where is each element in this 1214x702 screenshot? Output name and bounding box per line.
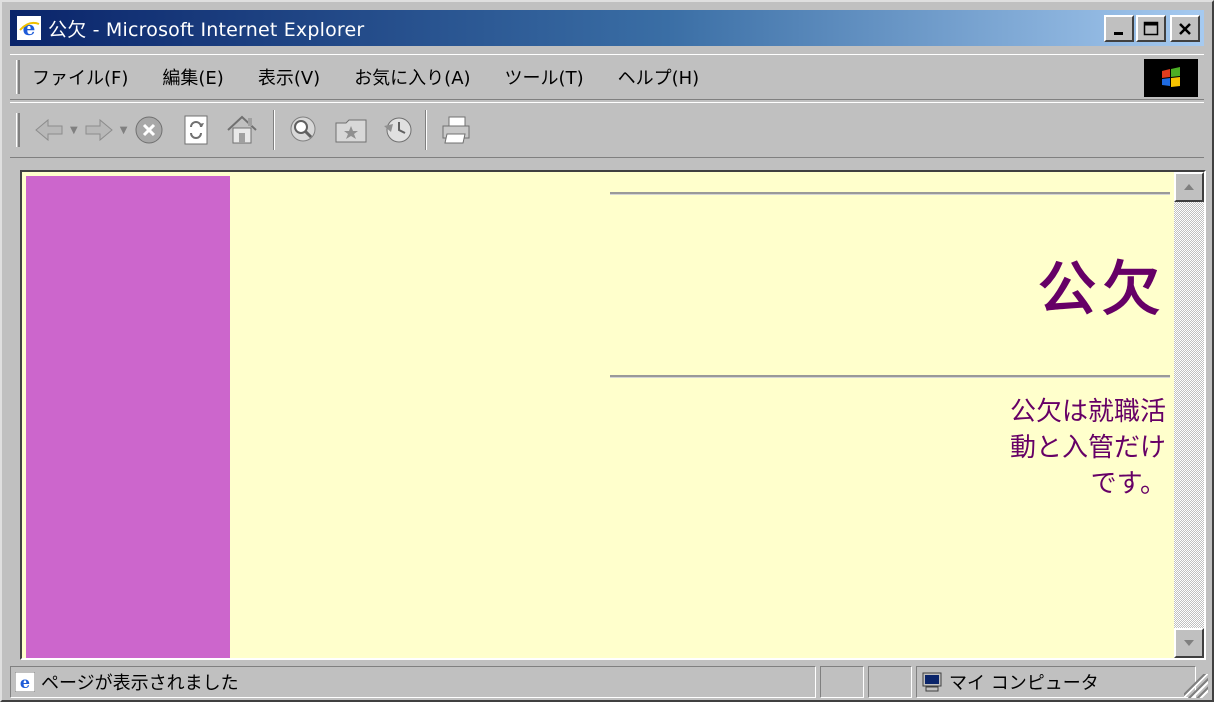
search-button[interactable] (287, 110, 321, 150)
horizontal-rule-bottom (610, 375, 1170, 378)
refresh-button[interactable] (181, 110, 211, 150)
ie-logo-icon: e (16, 15, 42, 41)
status-message-panel: e ページが表示されました (10, 666, 816, 698)
minimize-button[interactable] (1104, 15, 1134, 42)
window-controls (1102, 15, 1200, 42)
stop-icon (133, 114, 165, 146)
history-button[interactable] (381, 110, 415, 150)
scroll-down-button[interactable] (1174, 628, 1204, 658)
horizontal-rule-top (610, 192, 1170, 195)
menu-view[interactable]: 表示(V) (258, 64, 320, 90)
back-button[interactable] (32, 110, 66, 150)
title-bar[interactable]: e 公欠 - Microsoft Internet Explorer (10, 10, 1204, 46)
page-viewport[interactable]: 公欠 公欠は就職活動と入管だけです。 (20, 170, 1206, 660)
menu-grip[interactable] (16, 60, 20, 94)
page-done-icon: e (15, 672, 35, 692)
left-color-band (26, 176, 230, 658)
status-message: ページが表示されました (41, 673, 239, 694)
favorites-button[interactable] (333, 110, 369, 150)
status-zone-panel: マイ コンピュータ (916, 666, 1196, 698)
scroll-up-button[interactable] (1174, 172, 1204, 202)
status-security-panel (868, 666, 912, 698)
stop-button[interactable] (133, 110, 165, 150)
menu-file[interactable]: ファイル(F) (32, 64, 128, 90)
forward-dropdown-icon[interactable]: ▼ (120, 125, 128, 136)
resize-grip-icon[interactable] (1184, 674, 1208, 698)
status-zone-label: マイ コンピュータ (949, 673, 1099, 694)
back-dropdown-icon[interactable]: ▼ (70, 125, 78, 136)
page-heading: 公欠 (1037, 255, 1166, 323)
menu-favorites[interactable]: お気に入り(A) (354, 64, 470, 90)
menu-edit[interactable]: 編集(E) (162, 64, 223, 90)
toolbar-grip[interactable] (16, 113, 20, 147)
print-icon (439, 114, 473, 146)
toolbar-separator (273, 110, 276, 150)
close-button[interactable] (1170, 15, 1200, 42)
standard-toolbar: ▼ ▼ (10, 102, 1204, 158)
maximize-button[interactable] (1136, 15, 1166, 42)
history-icon (381, 114, 415, 146)
menu-bar: ファイル(F) 編集(E) 表示(V) お気に入り(A) ツール(T) ヘルプ(… (10, 54, 1204, 100)
my-computer-icon (921, 672, 943, 692)
vertical-scrollbar[interactable] (1174, 172, 1204, 658)
arrow-down-icon (1184, 640, 1194, 646)
status-progress-panel (820, 666, 864, 698)
toolbar-separator-2 (425, 110, 428, 150)
forward-button[interactable] (82, 110, 116, 150)
forward-icon (82, 115, 116, 145)
favorites-icon (333, 115, 369, 145)
menu-help[interactable]: ヘルプ(H) (618, 64, 700, 90)
status-bar: e ページが表示されました マイ コンピュータ (10, 666, 1208, 698)
menu-tools[interactable]: ツール(T) (505, 64, 584, 90)
arrow-up-icon (1184, 184, 1194, 190)
home-icon (225, 114, 259, 146)
windows-logo-icon (1144, 59, 1198, 97)
svg-text:e: e (23, 16, 36, 40)
back-icon (32, 115, 66, 145)
window-title: 公欠 - Microsoft Internet Explorer (48, 18, 365, 41)
search-icon (287, 114, 321, 146)
page-body-text: 公欠は就職活動と入管だけです。 (1009, 397, 1166, 499)
print-button[interactable] (439, 110, 473, 150)
home-button[interactable] (225, 110, 259, 150)
svg-text:e: e (20, 673, 30, 692)
refresh-icon (181, 114, 211, 146)
browser-window: e 公欠 - Microsoft Internet Explorer ファイル(… (0, 0, 1214, 702)
